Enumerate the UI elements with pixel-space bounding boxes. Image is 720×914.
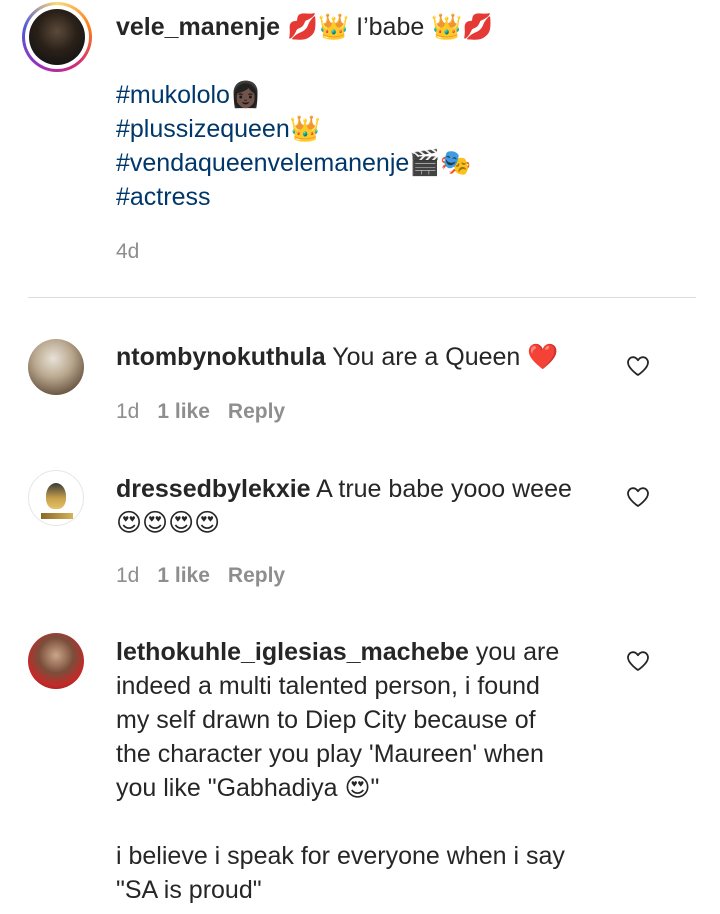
avatar[interactable] (28, 339, 84, 395)
comment-line: "SA is proud" (116, 876, 262, 904)
comment-body: you are (468, 638, 560, 666)
likes-count[interactable]: 1 like (157, 400, 210, 423)
comment-timestamp: 1d (116, 564, 140, 587)
comment-line: the character you play 'Maureen' when (116, 740, 544, 768)
avatar (29, 9, 85, 65)
comment-username[interactable]: lethokuhle_iglesias_machebe (116, 638, 469, 666)
comment-timestamp: 1d (116, 400, 140, 423)
comment-line: indeed a multi talented person, i found (116, 672, 540, 700)
comment-line: you like "Gabhadiya 😍" (116, 774, 380, 802)
comment-line: i believe i speak for everyone when i sa… (116, 842, 565, 870)
comment-emoji-line: 😍😍😍😍 (116, 509, 221, 537)
comment-body: You are a Queen ❤️ (325, 343, 559, 371)
comment-text: ntombynokuthula You are a Queen ❤️ (116, 340, 558, 374)
hashtag-3[interactable]: #vendaqueenvelemanenje🎬🎭 (116, 146, 472, 180)
comment-line: my self drawn to Diep City because of (116, 706, 536, 734)
hashtag-4[interactable]: #actress (116, 180, 210, 214)
comment-text: dressedbylekxie A true babe yooo weee (116, 472, 572, 506)
avatar[interactable] (28, 470, 84, 526)
comment-meta: 1d 1 like Reply (116, 400, 285, 424)
caption-username[interactable]: vele_manenje (116, 13, 280, 41)
caption-header: vele_manenje 💋👑 I’babe 👑💋 (116, 10, 493, 44)
hashtag-1[interactable]: #mukololo👩🏿 (116, 78, 261, 112)
reply-button[interactable]: Reply (228, 564, 285, 587)
story-ring-avatar[interactable] (22, 2, 92, 72)
avatar[interactable] (28, 633, 84, 689)
comment-meta: 1d 1 like Reply (116, 564, 285, 588)
caption-timestamp: 4d (116, 240, 140, 263)
divider (28, 297, 696, 298)
comment-username[interactable]: dressedbylekxie (116, 475, 311, 503)
comment-body: A true babe yooo weee (310, 475, 572, 503)
caption-title: 💋👑 I’babe 👑💋 (280, 13, 494, 41)
likes-count[interactable]: 1 like (157, 564, 210, 587)
reply-button[interactable]: Reply (228, 400, 285, 423)
heart-outline-icon[interactable] (626, 650, 650, 672)
heart-outline-icon[interactable] (626, 486, 650, 508)
comment-username[interactable]: ntombynokuthula (116, 343, 326, 371)
heart-outline-icon[interactable] (626, 355, 650, 377)
hashtag-2[interactable]: #plussizequeen👑 (116, 112, 321, 146)
comment-text: lethokuhle_iglesias_machebe you are (116, 635, 559, 669)
